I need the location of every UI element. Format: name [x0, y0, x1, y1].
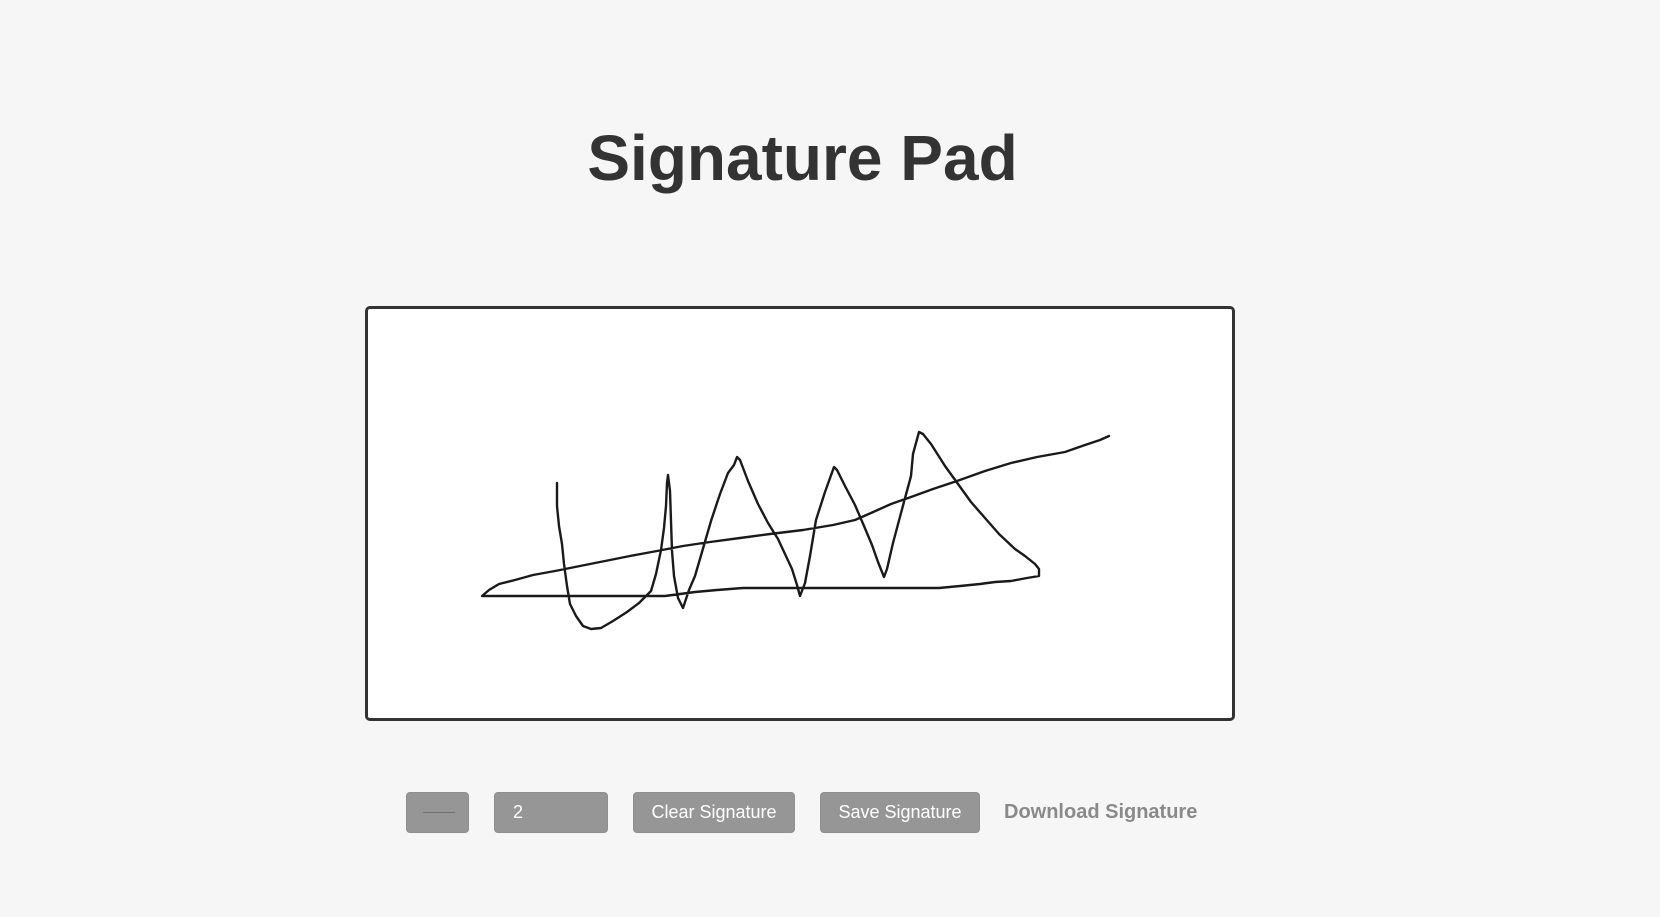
signature-pad-page: Signature Pad Clear Signature Save Signa… [0, 0, 1660, 917]
save-signature-button[interactable]: Save Signature [820, 792, 980, 833]
signature-canvas[interactable] [365, 306, 1235, 721]
pen-width-input[interactable] [494, 792, 608, 833]
pen-color-picker[interactable] [406, 792, 469, 833]
signature-controls: Clear Signature Save Signature Download … [0, 792, 1660, 834]
download-signature-link[interactable]: Download Signature [1004, 792, 1197, 833]
signature-drawing [480, 430, 1111, 631]
clear-signature-button[interactable]: Clear Signature [633, 792, 795, 833]
page-title: Signature Pad [587, 122, 1018, 194]
pen-color-swatch [423, 812, 455, 813]
signature-stroke [480, 430, 1111, 631]
